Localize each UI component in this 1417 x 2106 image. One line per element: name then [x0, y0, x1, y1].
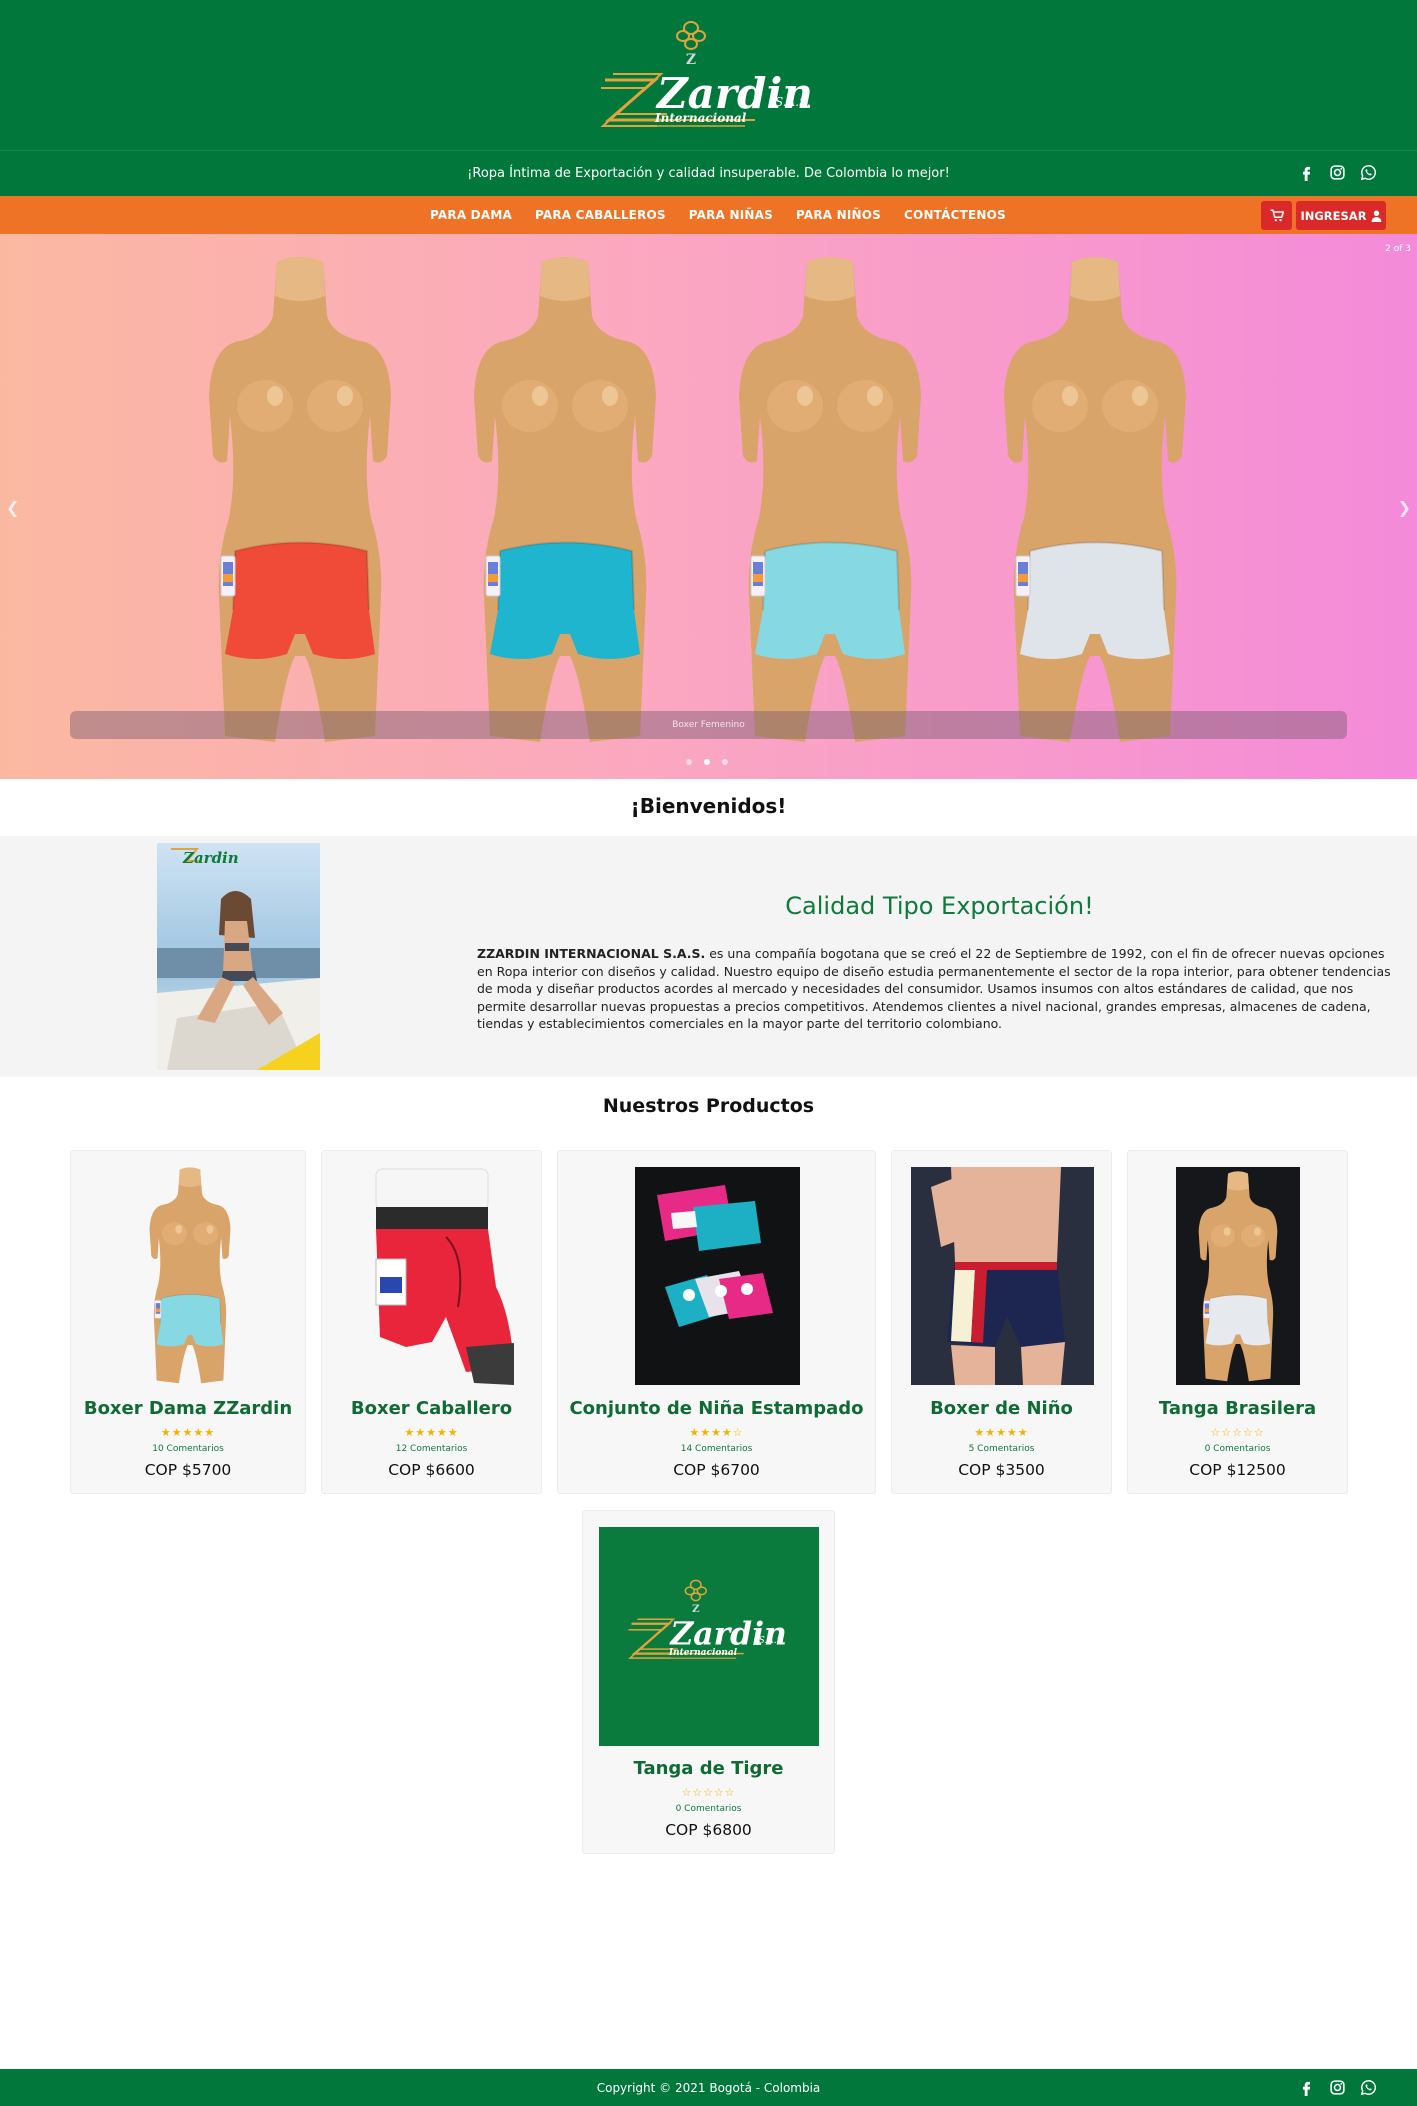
- header-logo-bar: [0, 0, 1417, 150]
- carousel-caption: Boxer Femenino: [70, 711, 1347, 739]
- about-section: Zardin Calidad Tipo Exportación! ZZARDIN…: [0, 836, 1417, 1077]
- footer: Copyright © 2021 Bogotá - Colombia: [0, 2069, 1417, 2106]
- product-card-tanga-brasilera[interactable]: Tanga Brasilera ☆☆☆☆☆ 0 Comentarios COP …: [1127, 1150, 1348, 1494]
- login-label: INGRESAR: [1300, 208, 1367, 223]
- product-price: COP $5700: [144, 1461, 232, 1479]
- product-name[interactable]: Boxer Caballero: [322, 1398, 541, 1419]
- whatsapp-icon[interactable]: [1360, 164, 1377, 181]
- product-card-boxer-nino[interactable]: Boxer de Niño ★★★★★ 5 Comentarios COP $3…: [891, 1150, 1112, 1494]
- product-image-conjunto-nina: [635, 1167, 800, 1385]
- facebook-icon[interactable]: [1298, 2079, 1315, 2096]
- products-heading: Nuestros Productos: [602, 1095, 815, 1117]
- instagram-icon[interactable]: [1329, 2079, 1346, 2096]
- product-rating-stars: ☆☆☆☆☆: [681, 1786, 736, 1799]
- login-button[interactable]: INGRESAR: [1296, 201, 1386, 230]
- nav-item-para-dama[interactable]: PARA DAMA: [430, 208, 512, 222]
- carousel-dot-2[interactable]: [704, 759, 710, 765]
- main-nav: PARA DAMA PARA CABALLEROS PARA NIÑAS PAR…: [0, 196, 1417, 234]
- carousel-dot-1[interactable]: [686, 759, 692, 765]
- product-name[interactable]: Tanga Brasilera: [1128, 1398, 1347, 1419]
- instagram-icon[interactable]: [1329, 164, 1346, 181]
- product-card-boxer-caballero[interactable]: Boxer Caballero ★★★★★ 12 Comentarios COP…: [321, 1150, 542, 1494]
- about-heading: Calidad Tipo Exportación!: [785, 892, 1094, 920]
- cart-button[interactable]: [1261, 201, 1292, 230]
- nav-item-para-caballeros[interactable]: PARA CABALLEROS: [535, 208, 666, 222]
- product-comments-count[interactable]: 0 Comentarios: [583, 1804, 834, 1814]
- product-name[interactable]: Tanga de Tigre: [583, 1758, 834, 1779]
- social-links-top: [1298, 164, 1377, 181]
- product-card-boxer-dama[interactable]: Boxer Dama ZZardin ★★★★★ 10 Comentarios …: [70, 1150, 306, 1494]
- tagline-text: ¡Ropa Íntima de Exportación y calidad in…: [467, 166, 950, 181]
- product-price: COP $3500: [958, 1461, 1045, 1479]
- product-image-tanga-tigre: [599, 1527, 819, 1746]
- about-photo: Zardin: [157, 843, 320, 1070]
- carousel-indicators: [686, 759, 728, 765]
- carousel-image-aqua-boxer: [735, 256, 925, 746]
- product-rating-stars: ★★★★★: [160, 1426, 216, 1439]
- product-rating-stars: ☆☆☆☆☆: [1210, 1426, 1265, 1439]
- about-company-name: ZZARDIN INTERNACIONAL S.A.S.: [477, 946, 706, 961]
- product-comments-count[interactable]: 10 Comentarios: [71, 1444, 305, 1454]
- svg-text:Zardin: Zardin: [182, 849, 239, 867]
- carousel-image-white-boxer: [1000, 256, 1190, 746]
- whatsapp-icon[interactable]: [1360, 2079, 1377, 2096]
- carousel-dot-3[interactable]: [722, 759, 728, 765]
- product-rating-stars: ★★★★★: [404, 1426, 459, 1439]
- product-rating-stars: ★★★★★: [974, 1426, 1029, 1439]
- carousel-image-blue-boxer: [470, 256, 660, 746]
- product-card-tanga-tigre[interactable]: Tanga de Tigre ☆☆☆☆☆ 0 Comentarios COP $…: [582, 1510, 835, 1854]
- product-card-conjunto-nina[interactable]: Conjunto de Niña Estampado ★★★★☆ 14 Come…: [557, 1150, 876, 1494]
- product-image-boxer-caballero: [375, 1168, 514, 1385]
- product-price: COP $12500: [1189, 1461, 1286, 1479]
- product-comments-count[interactable]: 0 Comentarios: [1128, 1444, 1347, 1454]
- product-name[interactable]: Boxer Dama ZZardin: [71, 1398, 305, 1419]
- facebook-icon[interactable]: [1298, 164, 1315, 181]
- product-image-boxer-nino: [911, 1167, 1094, 1385]
- carousel-prev-icon[interactable]: ❮: [6, 498, 19, 517]
- carousel-counter: 2 of 3: [1385, 244, 1411, 254]
- nav-item-para-ninas[interactable]: PARA NIÑAS: [689, 208, 773, 222]
- brand-logo[interactable]: [595, 18, 825, 140]
- product-comments-count[interactable]: 5 Comentarios: [892, 1444, 1111, 1454]
- hero-carousel[interactable]: 2 of 3 ❮ ❯ Boxer Femenino: [0, 234, 1417, 779]
- user-icon: [1371, 210, 1381, 222]
- product-price: COP $6800: [665, 1821, 752, 1839]
- product-name[interactable]: Boxer de Niño: [892, 1398, 1111, 1419]
- nav-item-contactenos[interactable]: CONTÁCTENOS: [904, 208, 1006, 222]
- product-comments-count[interactable]: 14 Comentarios: [558, 1444, 875, 1454]
- carousel-next-icon[interactable]: ❯: [1398, 498, 1411, 517]
- product-image-tanga-brasilera: [1176, 1167, 1300, 1385]
- product-image-boxer-dama: [138, 1167, 242, 1385]
- social-links-footer: [1298, 2079, 1377, 2096]
- product-price: COP $6600: [388, 1461, 475, 1479]
- product-price: COP $6700: [673, 1461, 760, 1479]
- carousel-image-red-boxer: [205, 256, 395, 746]
- about-paragraph: ZZARDIN INTERNACIONAL S.A.S. es una comp…: [477, 945, 1397, 1033]
- welcome-heading: ¡Bienvenidos!: [630, 794, 787, 818]
- product-rating-stars: ★★★★☆: [689, 1426, 744, 1439]
- copyright-text: Copyright © 2021 Bogotá - Colombia: [596, 2081, 821, 2095]
- product-comments-count[interactable]: 12 Comentarios: [322, 1444, 541, 1454]
- tagline-bar: ¡Ropa Íntima de Exportación y calidad in…: [0, 150, 1417, 196]
- cart-icon: [1270, 209, 1284, 222]
- nav-menu: PARA DAMA PARA CABALLEROS PARA NIÑAS PAR…: [430, 196, 1006, 234]
- product-name[interactable]: Conjunto de Niña Estampado: [558, 1398, 875, 1419]
- nav-item-para-ninos[interactable]: PARA NIÑOS: [796, 208, 881, 222]
